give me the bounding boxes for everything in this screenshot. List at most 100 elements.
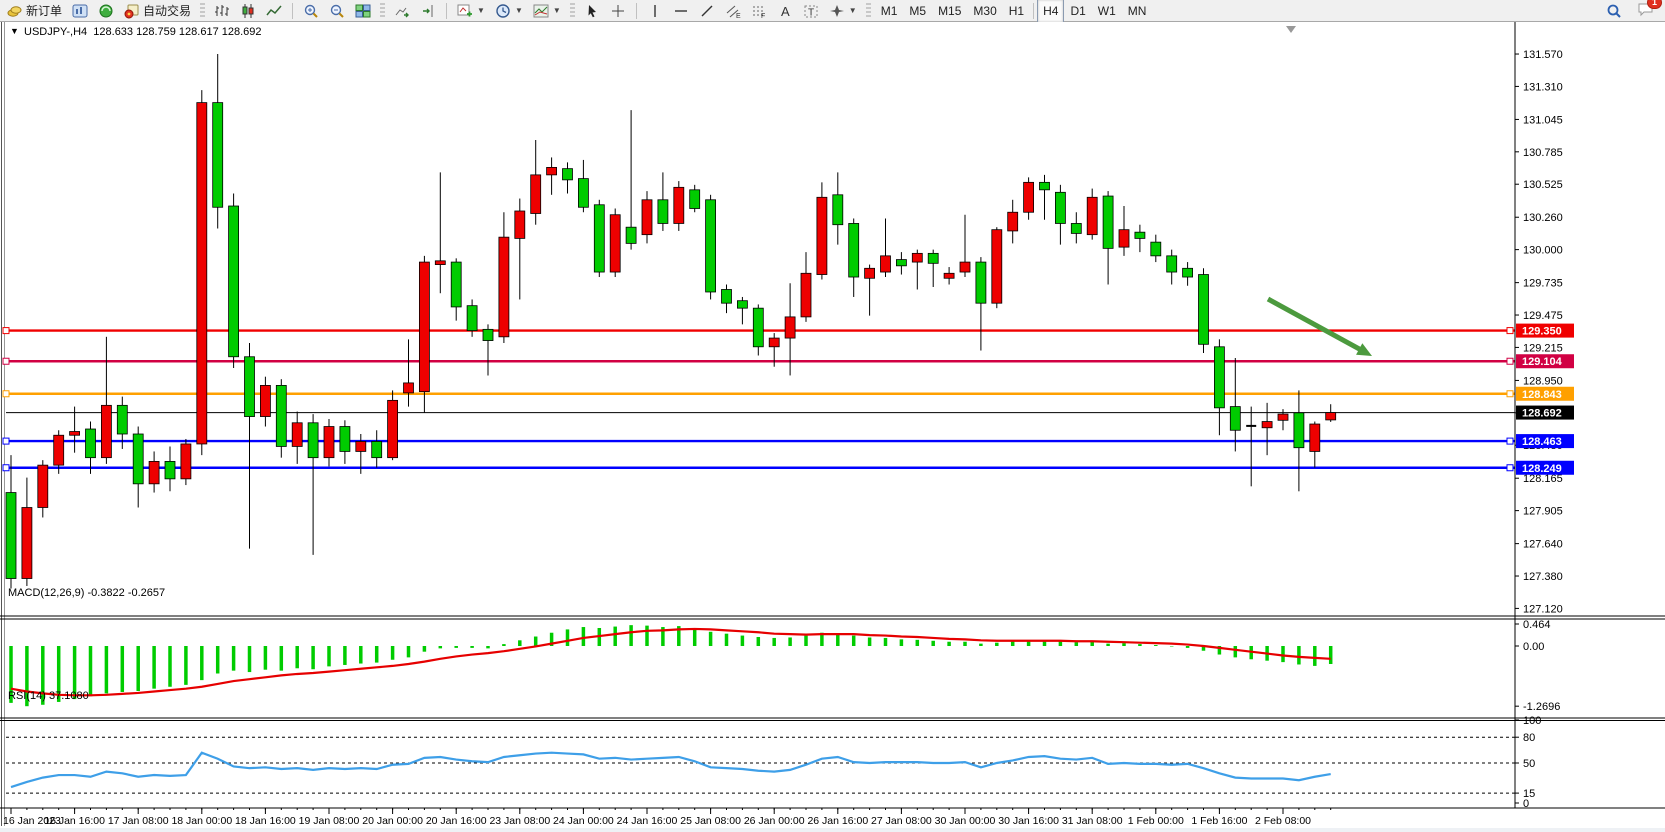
svg-text:130.525: 130.525 <box>1523 179 1563 191</box>
candle-body <box>881 256 891 272</box>
candle-body <box>960 262 970 272</box>
svg-text:18 Jan 16:00: 18 Jan 16:00 <box>235 815 296 827</box>
line-handle-right[interactable] <box>1507 328 1513 334</box>
symbol-info-caret[interactable]: ▼ <box>10 26 19 36</box>
line-handle-right[interactable] <box>1507 391 1513 397</box>
timeframe-button-mn[interactable]: MN <box>1122 0 1153 23</box>
candle-body <box>229 206 239 357</box>
chart-canvas[interactable]: 131.570131.310131.045130.785130.525130.2… <box>0 22 1665 832</box>
timeframe-button-m15[interactable]: M15 <box>932 0 967 23</box>
search-button[interactable] <box>1601 0 1627 22</box>
candle-body <box>1294 413 1304 448</box>
svg-text:19 Jan 08:00: 19 Jan 08:00 <box>299 815 360 827</box>
trading-platform-window: 新订单 自动交易 ▼ ▼ ▼ EFAT ▼ M1M5M15M30H1 H4D1W1MN 1 131… <box>0 0 1665 832</box>
vline-button[interactable] <box>642 0 668 22</box>
svg-text:1 Feb 16:00: 1 Feb 16:00 <box>1191 815 1247 827</box>
svg-text:20 Jan 16:00: 20 Jan 16:00 <box>426 815 487 827</box>
svg-text:20 Jan 00:00: 20 Jan 00:00 <box>362 815 423 827</box>
hline-button[interactable] <box>668 0 694 22</box>
line-handle-right[interactable] <box>1507 465 1513 471</box>
dropdown-caret-icon[interactable]: ▼ <box>515 6 523 15</box>
open-chart-button[interactable] <box>67 0 93 22</box>
navigator-button[interactable] <box>93 0 119 22</box>
svg-text:131.045: 131.045 <box>1523 114 1563 126</box>
quote-info-line: USDJPY-,H4 128.633 128.759 128.617 128.6… <box>24 26 262 38</box>
timeframe-button-m1[interactable]: M1 <box>875 0 904 23</box>
timeframe-button-h4[interactable]: H4 <box>1037 0 1064 23</box>
candle-body <box>992 230 1002 304</box>
dropdown-caret-icon[interactable]: ▼ <box>553 6 561 15</box>
cursor-button[interactable] <box>579 0 605 22</box>
candle-body <box>276 385 286 446</box>
line-chart-button[interactable] <box>261 0 287 22</box>
svg-text:129.350: 129.350 <box>1522 326 1562 338</box>
candle-body <box>1183 268 1193 277</box>
line-handle-right[interactable] <box>1507 358 1513 364</box>
line-handle-left[interactable] <box>3 358 9 364</box>
candle-body <box>785 317 795 338</box>
toolbar-grip <box>570 3 575 19</box>
svg-text:129.104: 129.104 <box>1522 356 1563 368</box>
trendline-button[interactable] <box>694 0 720 22</box>
autotrade-button[interactable]: 自动交易 <box>119 0 196 22</box>
candle-body <box>149 461 159 483</box>
templates-button[interactable]: ▼ <box>528 0 566 22</box>
new-order-button[interactable]: 新订单 <box>2 0 67 22</box>
candle-body <box>594 205 604 272</box>
bar-chart-button[interactable] <box>209 0 235 22</box>
toolbar-separator <box>446 3 447 19</box>
svg-text:30 Jan 00:00: 30 Jan 00:00 <box>935 815 996 827</box>
zoom-in-button[interactable] <box>298 0 324 22</box>
dropdown-caret-icon[interactable]: ▼ <box>849 6 857 15</box>
zoom-out-button[interactable] <box>324 0 350 22</box>
svg-text:127.905: 127.905 <box>1523 506 1563 518</box>
chart-shift-button[interactable] <box>415 0 441 22</box>
bottom-strip <box>0 828 1665 832</box>
toolbar-group-zoom <box>296 0 378 21</box>
candle-body <box>531 175 541 214</box>
candle-body <box>6 493 16 579</box>
text-button[interactable]: A <box>772 0 798 22</box>
timeframe-button-m5[interactable]: M5 <box>903 0 932 23</box>
candle-body <box>1167 256 1177 272</box>
timeframe-button-d1[interactable]: D1 <box>1064 0 1091 23</box>
candle-body <box>1199 275 1209 345</box>
svg-text:26 Jan 16:00: 26 Jan 16:00 <box>807 815 868 827</box>
timeframe-button-w1[interactable]: W1 <box>1092 0 1122 23</box>
timeframe-button-m30[interactable]: M30 <box>967 0 1002 23</box>
label-button[interactable]: T <box>798 0 824 22</box>
periods-button[interactable]: ▼ <box>490 0 528 22</box>
fibonacci-button[interactable]: F <box>746 0 772 22</box>
svg-text:24 Jan 16:00: 24 Jan 16:00 <box>617 815 678 827</box>
candle-body <box>944 273 954 278</box>
line-handle-left[interactable] <box>3 328 9 334</box>
channel-button[interactable]: E <box>720 0 746 22</box>
candle-body <box>1278 414 1288 420</box>
line-handle-left[interactable] <box>3 391 9 397</box>
line-handle-right[interactable] <box>1507 438 1513 444</box>
candle-body <box>865 268 875 278</box>
dropdown-caret-icon[interactable]: ▼ <box>477 6 485 15</box>
svg-text:129.735: 129.735 <box>1523 278 1563 290</box>
toolbar-group-timeframes: M1M5M15M30H1 H4D1W1MN <box>873 0 1155 21</box>
chat-button[interactable]: 1 <box>1637 1 1655 20</box>
indicators-icon <box>457 3 473 19</box>
candle-body <box>833 195 843 225</box>
candle-body <box>308 423 318 458</box>
auto-scroll-button[interactable] <box>389 0 415 22</box>
indicators-button[interactable]: ▼ <box>452 0 490 22</box>
timeframe-button-h1[interactable]: H1 <box>1003 0 1030 23</box>
candle-body <box>101 405 111 457</box>
line-handle-left[interactable] <box>3 465 9 471</box>
tile-windows-button[interactable] <box>350 0 376 22</box>
line-handle-left[interactable] <box>3 438 9 444</box>
crosshair-button[interactable] <box>605 0 631 22</box>
toolbar-separator <box>292 3 293 19</box>
arrows-button[interactable]: ▼ <box>824 0 862 22</box>
label-icon: T <box>803 3 819 19</box>
candlestick-icon <box>240 3 256 19</box>
candle-body <box>1214 347 1224 408</box>
candle-body <box>515 211 525 238</box>
svg-text:-1.2696: -1.2696 <box>1523 701 1560 713</box>
candlestick-button[interactable] <box>235 0 261 22</box>
